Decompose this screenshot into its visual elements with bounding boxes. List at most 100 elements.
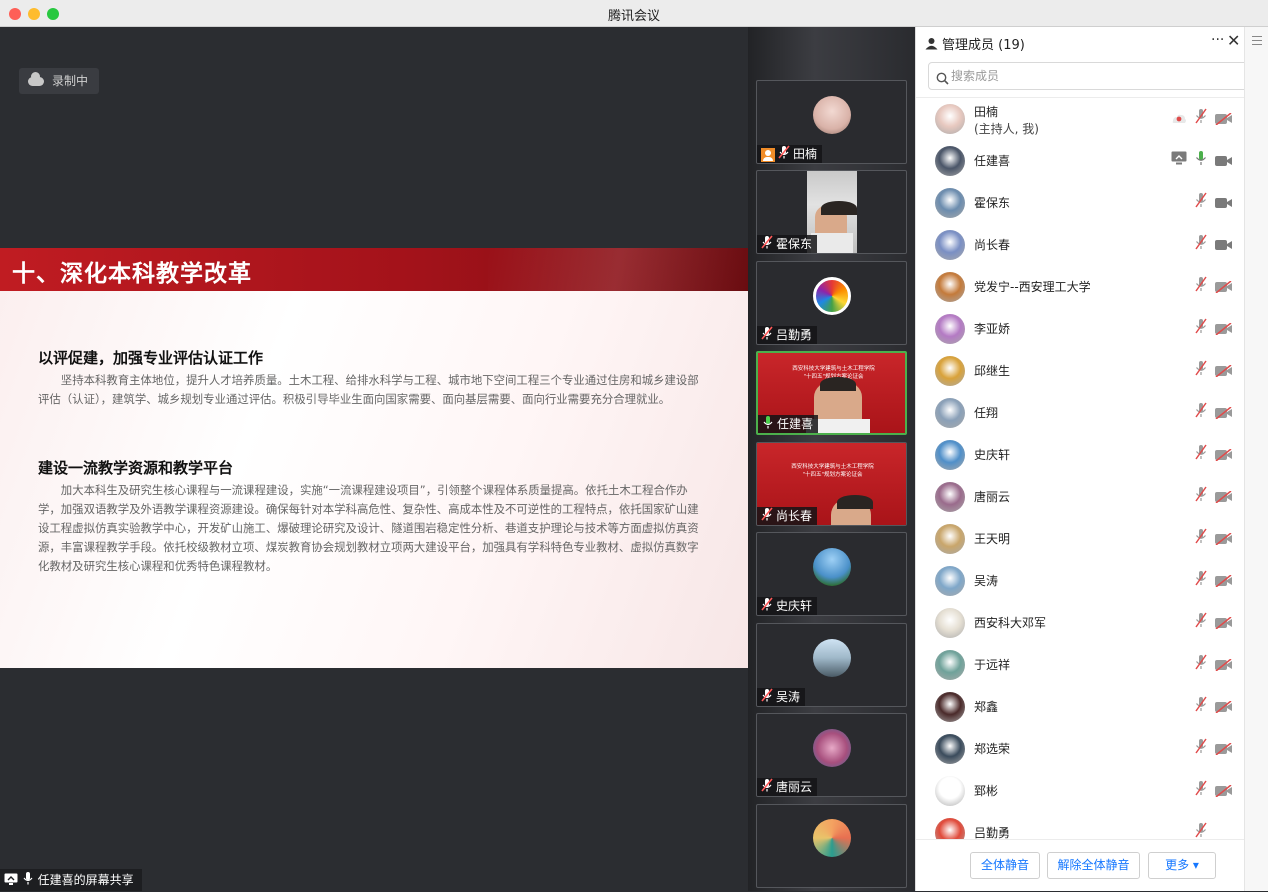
member-name: 史庆轩 xyxy=(974,448,1011,462)
slide-section-body: 加大本科生及研究生核心课程与一流课程建设，实施“一流课程建设项目”，引领整个课程… xyxy=(38,483,699,573)
microphone-muted-icon[interactable] xyxy=(1195,654,1207,674)
member-row[interactable]: 吴涛 xyxy=(916,560,1245,602)
more-options-button[interactable]: 更多 ▾ xyxy=(1148,852,1216,879)
member-row[interactable]: 郅彬 xyxy=(916,770,1245,812)
member-name: 尚长春 xyxy=(974,238,1011,252)
screen-share-indicator[interactable]: 任建喜的屏幕共享 xyxy=(0,869,142,891)
video-tile[interactable] xyxy=(756,804,907,888)
camera-icon[interactable] xyxy=(1215,236,1233,255)
member-status-icons xyxy=(1165,528,1245,549)
participant-name: 任建喜 xyxy=(777,417,814,431)
avatar xyxy=(935,230,965,260)
microphone-muted-icon[interactable] xyxy=(1195,360,1207,380)
participant-name: 史庆轩 xyxy=(776,599,813,613)
camera-off-icon[interactable] xyxy=(1215,572,1233,591)
member-row[interactable]: 党发宁--西安理工大学 xyxy=(916,266,1245,308)
member-row[interactable]: 西安科大邓军 xyxy=(916,602,1245,644)
microphone-muted-icon[interactable] xyxy=(1195,318,1207,338)
camera-off-icon[interactable] xyxy=(1215,320,1233,339)
panel-close-button[interactable]: ✕ xyxy=(1227,31,1240,50)
video-tile[interactable]: 霍保东 xyxy=(756,170,907,254)
video-tile-active[interactable]: 西安科技大学建筑与土木工程学院 "十四五"规划方案论证会 任建喜 xyxy=(756,351,907,435)
camera-icon[interactable] xyxy=(1215,152,1233,171)
member-row[interactable]: 王天明 xyxy=(916,518,1245,560)
video-tile-label: 吕勤勇 xyxy=(757,326,818,344)
camera-off-icon[interactable] xyxy=(1215,446,1233,465)
microphone-muted-icon[interactable] xyxy=(1195,402,1207,422)
camera-off-icon[interactable] xyxy=(1215,656,1233,675)
recording-indicator[interactable]: 录制中 xyxy=(19,68,99,94)
microphone-muted-icon xyxy=(761,235,773,253)
member-row[interactable]: 李亚娇 xyxy=(916,308,1245,350)
video-tile[interactable]: 史庆轩 xyxy=(756,532,907,616)
microphone-muted-icon[interactable] xyxy=(1195,276,1207,296)
slide-section: 以评促建，加强专业评估认证工作 坚持本科教育主体地位，提升人才培养质量。土木工程… xyxy=(38,347,706,409)
microphone-muted-icon[interactable] xyxy=(1195,234,1207,254)
camera-off-icon[interactable] xyxy=(1215,614,1233,633)
member-name: 党发宁--西安理工大学 xyxy=(974,280,1091,294)
microphone-icon[interactable] xyxy=(1195,150,1207,170)
microphone-muted-icon[interactable] xyxy=(1195,444,1207,464)
member-name: 邱继生 xyxy=(974,364,1011,378)
microphone-muted-icon[interactable] xyxy=(1195,108,1207,128)
microphone-muted-icon[interactable] xyxy=(1195,738,1207,758)
avatar xyxy=(935,272,965,302)
microphone-muted-icon[interactable] xyxy=(1195,486,1207,506)
member-status-icons xyxy=(1165,780,1245,801)
camera-off-icon[interactable] xyxy=(1215,782,1233,801)
member-row[interactable]: 田楠 (主持人, 我) xyxy=(916,98,1245,140)
microphone-muted-icon[interactable] xyxy=(1195,822,1207,840)
member-row[interactable]: 郑选荣 xyxy=(916,728,1245,770)
camera-off-icon[interactable] xyxy=(1215,740,1233,759)
camera-off-icon[interactable] xyxy=(1215,404,1233,423)
avatar xyxy=(935,818,965,840)
microphone-muted-icon[interactable] xyxy=(1195,780,1207,800)
microphone-muted-icon[interactable] xyxy=(1195,570,1207,590)
mute-all-button[interactable]: 全体静音 xyxy=(970,852,1040,879)
member-row[interactable]: 史庆轩 xyxy=(916,434,1245,476)
panel-more-button[interactable]: ··· xyxy=(1211,32,1224,48)
member-row[interactable]: 邱继生 xyxy=(916,350,1245,392)
video-tile[interactable]: 唐丽云 xyxy=(756,713,907,797)
member-row[interactable]: 唐丽云 xyxy=(916,476,1245,518)
member-name: 于远祥 xyxy=(974,658,1011,672)
member-name: 李亚娇 xyxy=(974,322,1011,336)
camera-off-icon[interactable] xyxy=(1215,362,1233,381)
member-list[interactable]: 田楠 (主持人, 我) 任建喜 霍保东尚长春党发宁--西安理工大学 李亚娇邱继生任翔史庆… xyxy=(916,97,1245,840)
video-tile[interactable]: 田楠 xyxy=(756,80,907,164)
video-gallery[interactable]: 田楠 霍保东 吕勤勇 西安科技大学建筑与土木工程学院 "十四五"规划方案论证会 … xyxy=(748,27,915,891)
member-search-box[interactable] xyxy=(928,62,1258,90)
panel-header: 管理成员 (19) ··· ✕ xyxy=(916,27,1245,57)
video-tile[interactable]: 西安科技大学建筑与土木工程学院 "十四五"规划方案论证会 尚长春 xyxy=(756,442,907,526)
member-row[interactable]: 任翔 xyxy=(916,392,1245,434)
participant-name: 唐丽云 xyxy=(776,780,813,794)
video-tile-label: 史庆轩 xyxy=(757,597,818,615)
video-tile[interactable]: 吴涛 xyxy=(756,623,907,707)
camera-off-icon[interactable] xyxy=(1215,530,1233,549)
microphone-muted-icon[interactable] xyxy=(1195,192,1207,212)
microphone-muted-icon xyxy=(778,145,790,163)
camera-off-icon[interactable] xyxy=(1215,698,1233,717)
shared-screen-stage: 录制中 十、深化本科教学改革 以评促建，加强专业评估认证工作 坚持本科教育主体地… xyxy=(0,27,748,891)
camera-off-icon[interactable] xyxy=(1215,278,1233,297)
member-row[interactable]: 霍保东 xyxy=(916,182,1245,224)
member-row[interactable]: 吕勤勇 xyxy=(916,812,1245,840)
menu-icon[interactable] xyxy=(1252,36,1262,48)
microphone-muted-icon[interactable] xyxy=(1195,528,1207,548)
member-row[interactable]: 任建喜 xyxy=(916,140,1245,182)
member-row[interactable]: 于远祥 xyxy=(916,644,1245,686)
member-row[interactable]: 郑鑫 xyxy=(916,686,1245,728)
member-search-input[interactable] xyxy=(951,67,1231,85)
camera-off-icon[interactable] xyxy=(1215,110,1233,129)
unmute-all-button[interactable]: 解除全体静音 xyxy=(1047,852,1140,879)
member-row[interactable]: 尚长春 xyxy=(916,224,1245,266)
avatar xyxy=(935,398,965,428)
camera-icon[interactable] xyxy=(1215,194,1233,213)
microphone-muted-icon[interactable] xyxy=(1195,612,1207,632)
microphone-muted-icon[interactable] xyxy=(1195,696,1207,716)
video-tile-label: 唐丽云 xyxy=(757,778,818,796)
video-tile[interactable]: 吕勤勇 xyxy=(756,261,907,345)
camera-off-icon[interactable] xyxy=(1215,488,1233,507)
microphone-icon xyxy=(22,870,34,892)
background-slide-text: "十四五"规划方案论证会 xyxy=(802,472,863,478)
